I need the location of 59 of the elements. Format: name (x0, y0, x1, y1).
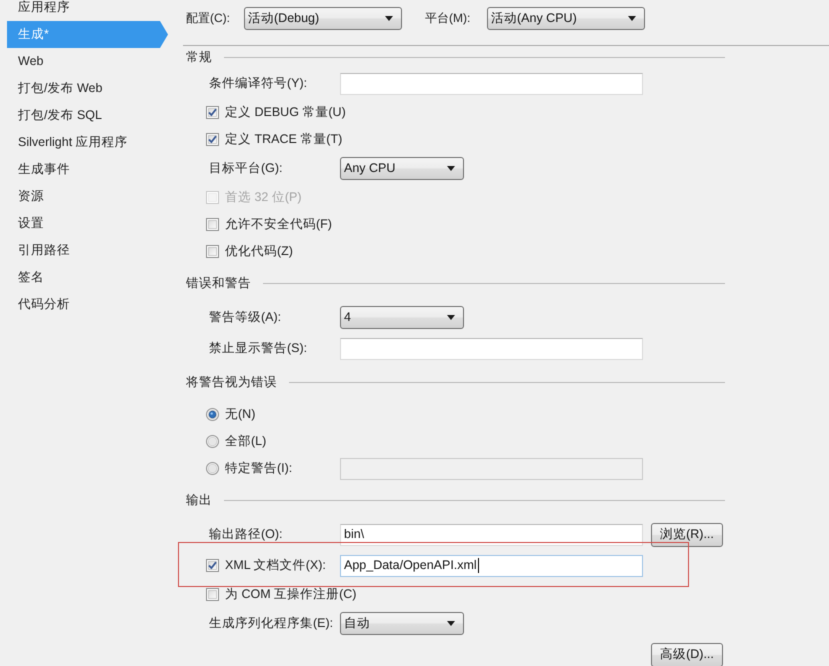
dialog-button[interactable]: 浏览(R)... (651, 522, 723, 546)
section-title: 输出 (186, 493, 212, 508)
dialog-button[interactable]: 高级(D)... (651, 642, 723, 666)
dropdown[interactable]: 活动(Any CPU) (487, 7, 645, 30)
dropdown[interactable]: 4 (340, 306, 464, 329)
caret-icon (385, 16, 393, 21)
sidebar-item[interactable]: 生成事件 (7, 156, 168, 183)
dropdown[interactable]: Any CPU (340, 157, 464, 180)
field-label: 全部(L) (225, 434, 266, 449)
text-field[interactable]: App_Data/OpenAPI.xml (340, 554, 643, 576)
caret-icon (447, 621, 455, 626)
section-title: 常规 (186, 50, 212, 64)
field-label: 输出路径(O): (209, 527, 283, 542)
section-title: 将警告视为错误 (186, 375, 277, 390)
field-label: 目标平台(G): (209, 161, 283, 176)
sidebar-item[interactable]: 资源 (7, 183, 168, 210)
field-label: 允许不安全代码(F) (225, 217, 332, 232)
caret-icon (628, 16, 636, 21)
field-label: 定义 DEBUG 常量(U) (225, 105, 346, 120)
field-label: 生成序列化程序集(E): (209, 616, 334, 631)
field-label: 平台(M): (425, 10, 472, 27)
field-label: 禁止显示警告(S): (209, 341, 308, 356)
dropdown[interactable]: 自动 (340, 612, 464, 635)
field-label: 警告等级(A): (209, 310, 282, 325)
sidebar-item[interactable]: 应用程序 (7, 0, 168, 21)
sidebar-item[interactable]: 打包/发布 Web (7, 75, 168, 102)
text-cursor-icon (478, 558, 479, 573)
radio-button[interactable] (206, 408, 219, 421)
sidebar-item[interactable]: Web (7, 48, 168, 75)
dropdown[interactable]: 活动(Debug) (244, 7, 402, 30)
field-label: XML 文档文件(X): (225, 558, 326, 573)
text-field[interactable] (340, 338, 643, 360)
field-label: 配置(C): (186, 10, 231, 27)
field-label: 无(N) (225, 407, 256, 422)
sidebar-item[interactable]: 代码分析 (7, 291, 168, 318)
checkbox[interactable] (206, 588, 219, 601)
text-field[interactable] (340, 72, 643, 94)
field-label: 首选 32 位(P) (225, 190, 302, 205)
checkbox[interactable] (206, 245, 219, 258)
field-label: 定义 TRACE 常量(T) (225, 132, 342, 147)
sidebar-item[interactable]: 签名 (7, 264, 168, 291)
field-label: 优化代码(Z) (225, 244, 293, 259)
checkbox[interactable] (206, 106, 219, 119)
radio-button[interactable] (206, 435, 219, 448)
sidebar-item[interactable]: 设置 (7, 210, 168, 237)
sidebar-item[interactable]: 打包/发布 SQL (7, 102, 168, 129)
field-label: 条件编译符号(Y): (209, 76, 308, 91)
sidebar-item[interactable]: 引用路径 (7, 237, 168, 264)
caret-icon (447, 166, 455, 171)
sidebar-item[interactable]: Silverlight 应用程序 (7, 129, 168, 156)
text-field[interactable]: bin\ (340, 524, 643, 546)
checkbox[interactable] (206, 133, 219, 146)
section-title: 错误和警告 (186, 276, 251, 291)
checkbox[interactable] (206, 559, 219, 572)
field-label: 特定警告(I): (225, 461, 292, 476)
caret-icon (447, 315, 455, 320)
field-label: 为 COM 互操作注册(C) (225, 587, 356, 602)
radio-button[interactable] (206, 462, 219, 475)
checkbox[interactable] (206, 218, 219, 231)
